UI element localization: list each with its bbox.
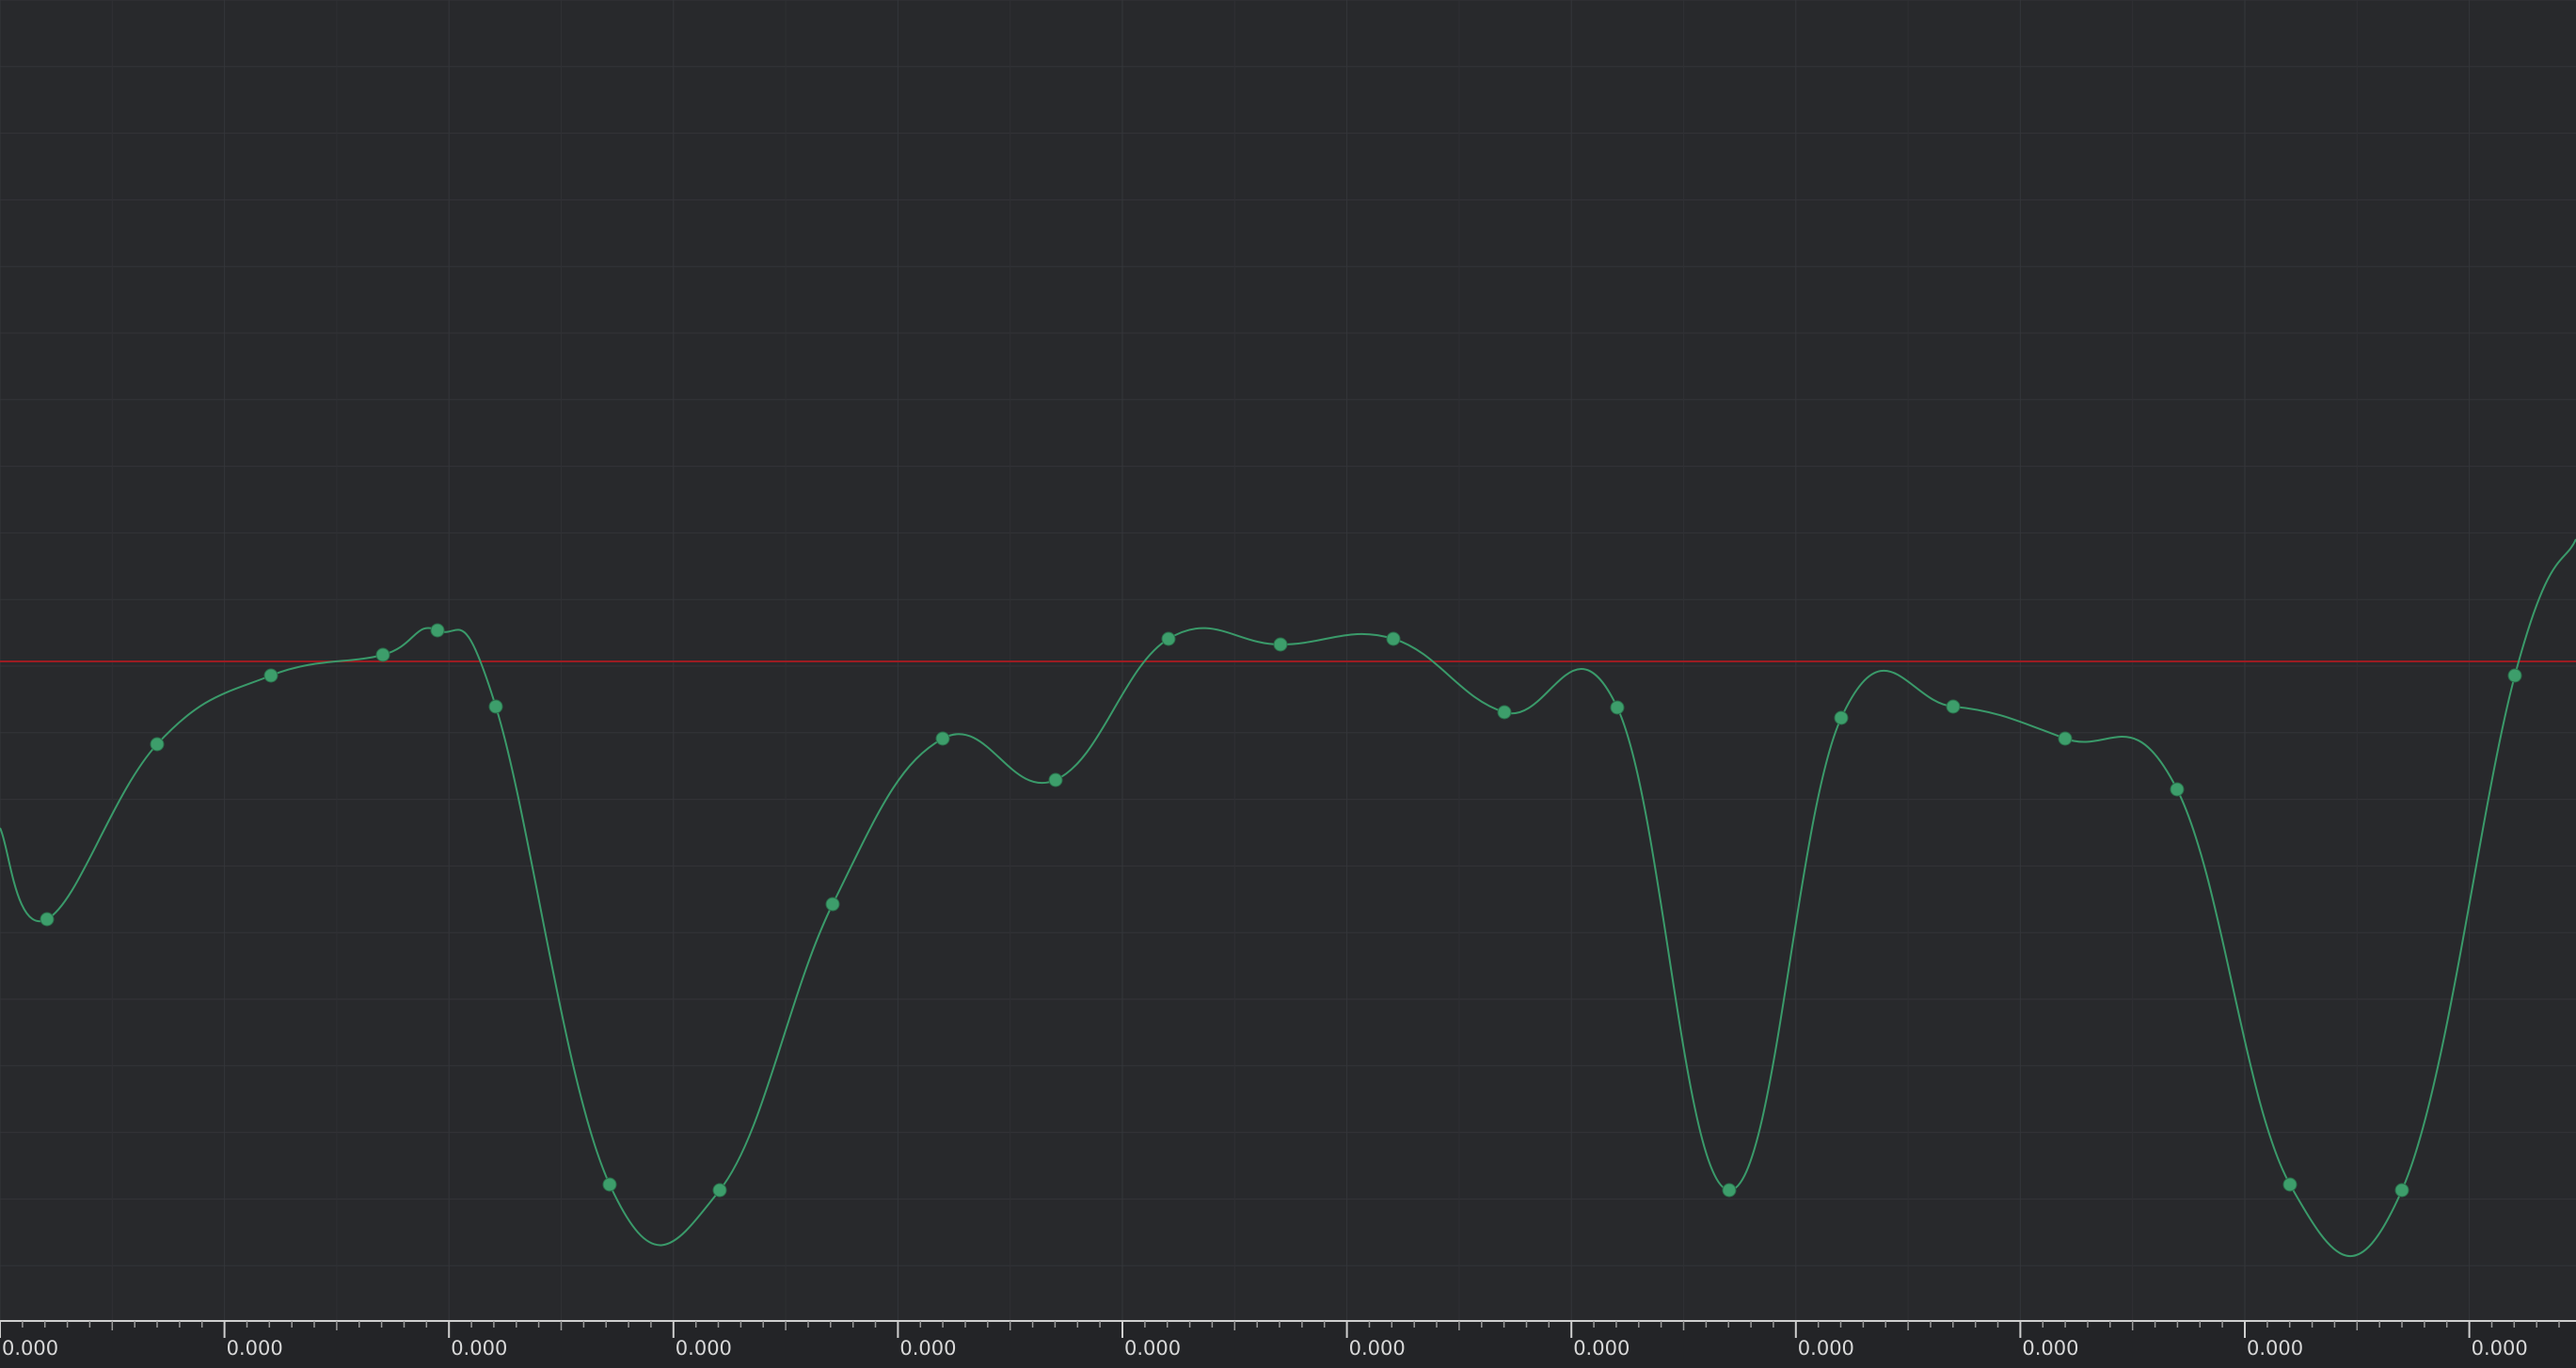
animation-curve[interactable] xyxy=(0,538,2576,1258)
keyframe-point[interactable] xyxy=(2058,731,2073,746)
keyframe-point[interactable] xyxy=(2394,1183,2409,1198)
ruler-tick-label: 0.000 xyxy=(676,1337,732,1360)
ruler-tick-label: 0.000 xyxy=(1798,1337,1854,1360)
ruler-tick-label: 0.000 xyxy=(899,1337,956,1360)
time-ruler[interactable]: 0.000 0.000 0.000 0.000 0.000 0.000 0.000 0.000… xyxy=(0,1320,2576,1368)
keyframe-point[interactable] xyxy=(1946,699,1961,714)
ruler-tick-label: 0.000 xyxy=(451,1337,507,1360)
ruler-tick-label: 0.000 xyxy=(1349,1337,1406,1360)
ruler-tick-label: 0.000 xyxy=(1124,1337,1181,1360)
keyframe-point[interactable] xyxy=(1834,710,1849,725)
keyframe-point[interactable] xyxy=(263,668,278,683)
keyframe-point[interactable] xyxy=(602,1177,617,1192)
ruler-tick-label: 0.000 xyxy=(2472,1337,2528,1360)
keyframe-point[interactable] xyxy=(2170,782,2185,797)
keyframe-point[interactable] xyxy=(935,731,950,746)
keyframe-point[interactable] xyxy=(375,647,390,662)
curve-editor[interactable]: 0.000 0.000 0.000 0.000 0.000 0.000 0.000 0.000… xyxy=(0,0,2576,1368)
keyframe-point[interactable] xyxy=(1273,637,1288,652)
ruler-tick-label: 0.000 xyxy=(2,1337,58,1360)
keyframe-point[interactable] xyxy=(2282,1177,2298,1192)
ruler-tick-label: 0.000 xyxy=(2022,1337,2078,1360)
keyframe-point[interactable] xyxy=(1610,700,1625,715)
keyframe-point[interactable] xyxy=(430,623,445,638)
ruler-tick-label: 0.000 xyxy=(1573,1337,1630,1360)
curve-canvas[interactable]: 0.000 0.000 0.000 0.000 0.000 0.000 0.000 0.000… xyxy=(0,0,2576,1368)
ruler-background xyxy=(0,1321,2576,1368)
keyframe-point[interactable] xyxy=(488,699,503,714)
keyframe-point[interactable] xyxy=(825,897,840,912)
ruler-tick-label: 0.000 xyxy=(227,1337,283,1360)
keyframe-point[interactable] xyxy=(150,737,165,752)
keyframe-point[interactable] xyxy=(1161,631,1176,646)
keyframe-point[interactable] xyxy=(40,912,55,927)
ruler-tick-label: 0.000 xyxy=(2247,1337,2303,1360)
keyframe-point[interactable] xyxy=(2507,668,2522,683)
keyframe-point[interactable] xyxy=(1722,1183,1737,1198)
keyframe-point[interactable] xyxy=(1497,705,1512,720)
keyframes[interactable] xyxy=(40,623,2522,1198)
keyframe-point[interactable] xyxy=(1048,772,1063,787)
keyframe-point[interactable] xyxy=(1386,631,1401,646)
keyframe-point[interactable] xyxy=(712,1183,727,1198)
